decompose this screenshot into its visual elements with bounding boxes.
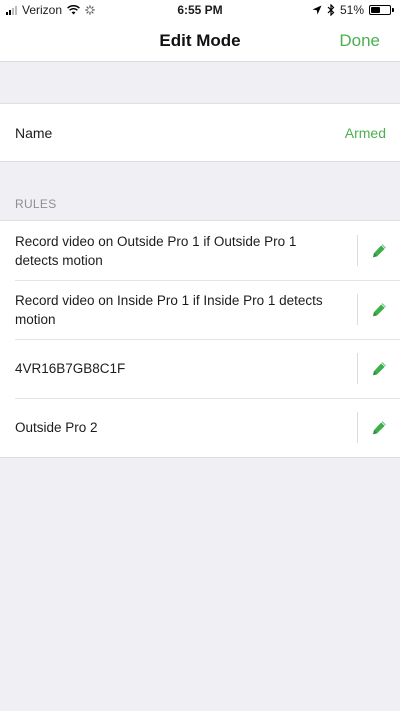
- name-label: Name: [15, 124, 53, 141]
- edit-rule-button[interactable]: [357, 412, 400, 443]
- signal-bars-icon: [6, 5, 17, 15]
- pencil-icon: [372, 303, 386, 317]
- pencil-icon: [372, 244, 386, 258]
- battery-icon: [369, 5, 394, 15]
- rule-text: Record video on Inside Pro 1 if Inside P…: [15, 292, 323, 327]
- rule-item[interactable]: Record video on Outside Pro 1 if Outside…: [0, 221, 400, 280]
- rule-item[interactable]: 4VR16B7GB8C1F: [0, 339, 400, 398]
- rule-text: 4VR16B7GB8C1F: [15, 361, 126, 376]
- rules-section-header: RULES: [15, 197, 57, 211]
- rules-list: Record video on Outside Pro 1 if Outside…: [0, 220, 400, 458]
- wifi-icon: [67, 5, 80, 15]
- done-button[interactable]: Done: [339, 31, 380, 51]
- rule-item[interactable]: Record video on Inside Pro 1 if Inside P…: [0, 280, 400, 339]
- carrier-label: Verizon: [22, 3, 63, 17]
- rule-item[interactable]: Outside Pro 2: [0, 398, 400, 457]
- rule-text: Outside Pro 2: [15, 420, 98, 435]
- pencil-icon: [372, 362, 386, 376]
- page-title: Edit Mode: [159, 30, 241, 50]
- edit-rule-button[interactable]: [357, 353, 400, 384]
- rule-text: Record video on Outside Pro 1 if Outside…: [15, 233, 297, 268]
- name-row[interactable]: Name Armed: [0, 103, 400, 162]
- name-value: Armed: [344, 124, 386, 141]
- location-arrow-icon: [312, 5, 322, 15]
- status-bar: Verizon 6:55 PM 51%: [0, 0, 400, 20]
- pencil-icon: [372, 421, 386, 435]
- bluetooth-icon: [327, 4, 335, 16]
- battery-percent: 51%: [339, 3, 364, 17]
- navigation-bar: Edit Mode Done: [0, 20, 400, 62]
- edit-rule-button[interactable]: [357, 235, 400, 266]
- loading-spinner-icon: [85, 5, 95, 15]
- edit-rule-button[interactable]: [357, 294, 400, 325]
